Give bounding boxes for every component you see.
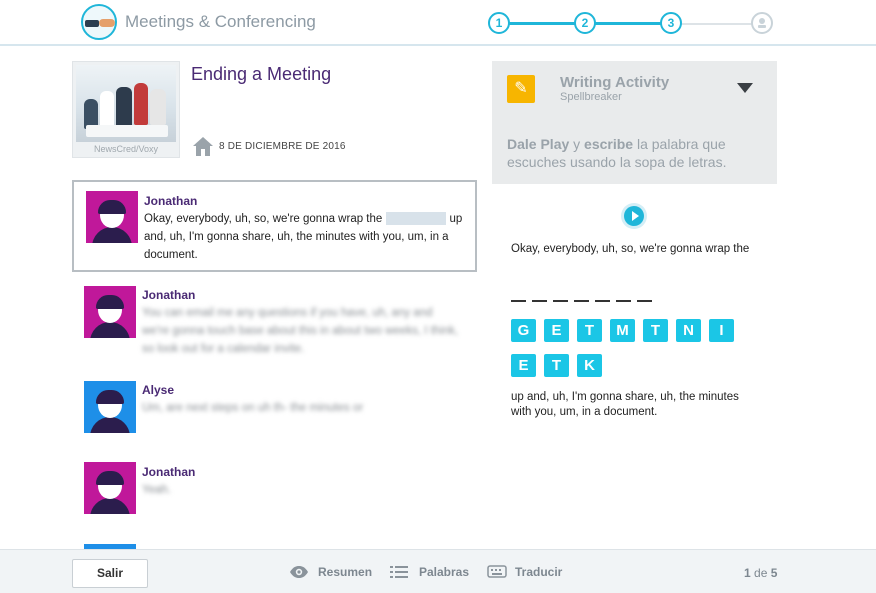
play-button[interactable]: [621, 203, 647, 229]
pencil-icon: ✎: [507, 75, 535, 103]
step-1[interactable]: 1: [488, 12, 510, 34]
play-icon: [632, 211, 639, 221]
step-3[interactable]: 3: [660, 12, 682, 34]
page-separator: de: [750, 566, 771, 580]
message-text: Yeah.: [142, 484, 171, 496]
avatar: [84, 381, 136, 433]
words-button[interactable]: Palabras: [419, 565, 469, 579]
step-final-trophy-icon[interactable]: [751, 12, 773, 34]
letter-tile[interactable]: N: [676, 319, 701, 342]
speaker-name: Alyse: [142, 383, 175, 397]
lesson-title: Ending a Meeting: [191, 64, 332, 84]
chevron-down-icon[interactable]: [737, 83, 753, 93]
letter-tile[interactable]: E: [544, 319, 569, 342]
letter-tile[interactable]: T: [577, 319, 602, 342]
letter-blank: [637, 300, 652, 302]
speaker-name: Jonathan: [142, 288, 196, 302]
footer-bar: Salir Resumen Palabras Traducir 1 de 5: [0, 549, 876, 593]
letter-tile[interactable]: K: [577, 354, 602, 377]
instruction-write: escribe: [584, 136, 634, 152]
letter-blank: [595, 300, 610, 302]
progress-steps: 1 2 3: [488, 12, 774, 36]
page-current: 1: [744, 566, 751, 580]
letter-blank: [532, 300, 547, 302]
activity-subtitle: Spellbreaker: [560, 91, 622, 103]
message-text: You can email me any questions if you ha…: [142, 307, 459, 355]
letter-tile[interactable]: T: [643, 319, 668, 342]
activity-header[interactable]: ✎ Writing Activity Spellbreaker Dale Pla…: [492, 61, 777, 184]
handshake-logo-icon: [81, 4, 117, 40]
letter-tile[interactable]: M: [610, 319, 635, 342]
letter-blank: [511, 300, 526, 302]
speaker-name: Jonathan: [142, 465, 196, 479]
avatar: [84, 462, 136, 514]
letter-blank: [616, 300, 631, 302]
avatar: [84, 286, 136, 338]
image-credit: NewsCred/Voxy: [93, 144, 159, 154]
step-2[interactable]: 2: [574, 12, 596, 34]
message-text: Okay, everybody, uh, so, we're gonna wra…: [144, 210, 464, 264]
meeting-photo: [76, 65, 176, 142]
page-total: 5: [770, 566, 778, 580]
translate-icon[interactable]: [487, 564, 507, 580]
transcript-item[interactable]: Alyse Um, are next steps on uh th- the m…: [72, 376, 477, 446]
translate-button[interactable]: Traducir: [515, 565, 562, 579]
eye-icon[interactable]: [289, 565, 309, 579]
letter-tile[interactable]: T: [544, 354, 569, 377]
letter-blank: [553, 300, 568, 302]
progress-line-remaining: [672, 23, 762, 25]
letter-tile[interactable]: G: [511, 319, 536, 342]
activity-instruction: Dale Play y escribe la palabra que escuc…: [507, 135, 765, 171]
lesson-date: 8 DE DICIEMBRE DE 2016: [219, 141, 346, 152]
word-gap: [386, 212, 447, 226]
letter-blank: [574, 300, 589, 302]
instruction-play: Dale Play: [507, 136, 570, 152]
clip-text-before: Okay, everybody, uh, so, we're gonna wra…: [511, 243, 750, 255]
message-text-before: Okay, everybody, uh, so, we're gonna wra…: [144, 213, 383, 225]
exit-button[interactable]: Salir: [72, 559, 148, 588]
lesson-thumbnail: NewsCred/Voxy: [72, 61, 180, 158]
letter-tile[interactable]: E: [511, 354, 536, 377]
transcript-item-active[interactable]: Jonathan Okay, everybody, uh, so, we're …: [72, 180, 477, 272]
avatar: [86, 191, 138, 243]
transcript-item[interactable]: Jonathan Yeah.: [72, 458, 477, 528]
summary-button[interactable]: Resumen: [318, 565, 372, 579]
page-indicator: 1 de 5: [744, 566, 777, 580]
transcript-item[interactable]: Jonathan You can email me any questions …: [72, 280, 477, 360]
home-icon: [193, 137, 213, 156]
clip-text-after: up and, uh, I'm gonna share, uh, the min…: [511, 391, 739, 418]
instruction-mid: y: [569, 136, 585, 152]
message-text: Um, are next steps on uh th- the minutes…: [142, 402, 364, 414]
letter-tile[interactable]: I: [709, 319, 734, 342]
list-icon[interactable]: [390, 565, 408, 579]
speaker-name: Jonathan: [144, 194, 198, 208]
activity-title: Writing Activity: [560, 74, 670, 91]
app-title: Meetings & Conferencing: [125, 12, 316, 31]
top-bar: Meetings & Conferencing 1 2 3: [0, 0, 876, 46]
